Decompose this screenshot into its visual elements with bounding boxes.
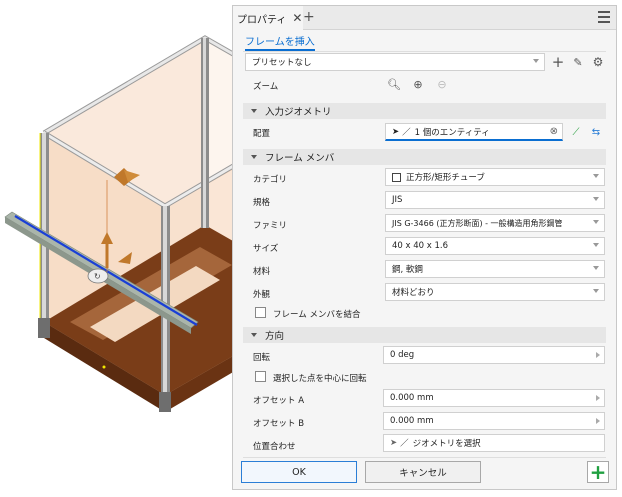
material-value: 鋼, 軟鋼 [392,265,423,275]
offset-a-input[interactable]: 0.000 mm [383,389,605,407]
alignment-value: ジオメトリを選択 [412,439,481,449]
flip-icon[interactable]: ⇆ [589,123,603,141]
combine-members-label: フレーム メンバを結合 [273,310,361,320]
placement-label: 配置 [253,129,271,139]
material-select[interactable]: 鋼, 軟鋼 [385,260,605,278]
offset-a-label: オフセット A [253,396,305,406]
standard-label: 規格 [253,198,271,208]
section-orientation[interactable]: 方向 [243,327,606,343]
add-tab-icon[interactable]: + [303,9,315,25]
chevron-down-icon [593,243,599,247]
chevron-down-icon [593,266,599,270]
chevron-right-icon[interactable] [596,418,600,424]
category-label: カテゴリ [253,175,288,185]
preset-value: プリセットなし [252,58,312,68]
collapse-triangle-icon [251,333,257,337]
collapse-triangle-icon [251,109,257,113]
family-select[interactable]: JIS G-3466 (正方形断面) - 一般構造用角形鋼管 [385,214,605,232]
section-frame-member-title: フレーム メンバ [265,153,335,164]
tab-properties[interactable]: プロパティ ✕ [233,6,303,30]
add-frame-icon[interactable]: + [587,461,609,483]
cursor-arrow-icon: ➤ [390,438,398,448]
section-input-geometry[interactable]: 入力ジオメトリ [243,103,606,119]
size-select[interactable]: 40 x 40 x 1.6 [385,237,605,255]
chevron-down-icon [533,59,539,63]
rotate-about-point-label: 選択した点を中心に回転 [273,374,367,384]
ok-button[interactable]: OK [241,461,357,483]
family-label: ファミリ [253,221,288,231]
zoom-fit-icon[interactable]: 🔍︎ [387,77,401,91]
chevron-right-icon[interactable] [596,352,600,358]
size-label: サイズ [253,244,279,254]
zoom-in-icon[interactable]: ⊕ [411,77,425,91]
size-value: 40 x 40 x 1.6 [392,241,449,251]
appearance-value: 材料どおり [392,288,435,298]
line-icon: ／ [402,127,411,138]
add-preset-icon[interactable]: + [551,53,565,71]
tab-title: プロパティ [237,14,287,26]
combine-members-checkbox[interactable] [255,307,266,318]
category-value: 正方形/矩形チューブ [406,173,485,183]
collapse-triangle-icon [251,155,257,159]
pin-icon[interactable]: ✎ [571,53,585,71]
chevron-down-icon [593,197,599,201]
rotation-label: 回転 [253,353,271,363]
zoom-out-icon[interactable]: ⊖ [435,77,449,91]
frame-model-drawing: ↻ [4,35,240,412]
placement-field[interactable]: ➤ ／ 1 個のエンティティ ⊗ [385,123,563,141]
chevron-right-icon[interactable] [596,395,600,401]
rotation-value: 0 deg [390,350,415,360]
standard-value: JIS [392,195,403,205]
section-orientation-title: 方向 [265,331,285,342]
chevron-down-icon [593,289,599,293]
alignment-label: 位置合わせ [253,442,296,452]
gear-icon[interactable]: ⚙ [591,53,605,71]
select-edge-icon[interactable]: ⟋ [569,123,583,141]
chevron-down-icon [593,174,599,178]
cancel-button[interactable]: キャンセル [365,461,481,483]
offset-b-input[interactable]: 0.000 mm [383,412,605,430]
rotation-input[interactable]: 0 deg [383,346,605,364]
material-label: 材料 [253,267,271,277]
offset-b-value: 0.000 mm [390,416,434,426]
square-tube-icon [392,172,401,182]
offset-a-value: 0.000 mm [390,393,434,403]
clear-icon[interactable]: ⊗ [550,126,558,137]
rotate-about-point-checkbox[interactable] [255,371,266,382]
category-select[interactable]: 正方形/矩形チューブ [385,168,605,186]
svg-text:↻: ↻ [94,272,101,281]
model-viewport[interactable]: ↻ [0,0,240,497]
line-icon: ／ [400,439,409,449]
cursor-arrow-icon: ➤ [392,126,400,137]
hamburger-menu-icon[interactable] [598,11,610,23]
properties-panel: プロパティ ✕ + フレームを挿入 プリセットなし + ✎ ⚙ ズーム 🔍︎ ⊕… [232,5,617,490]
standard-select[interactable]: JIS [385,191,605,209]
ok-label: OK [292,466,306,478]
appearance-label: 外観 [253,290,271,300]
section-input-geometry-title: 入力ジオメトリ [265,107,332,118]
placement-value: 1 個のエンティティ [414,127,490,138]
alignment-field[interactable]: ➤ ／ ジオメトリを選択 [383,434,605,452]
close-icon[interactable]: ✕ [292,11,302,25]
appearance-select[interactable]: 材料どおり [385,283,605,301]
cancel-label: キャンセル [399,468,447,479]
offset-b-label: オフセット B [253,419,305,429]
zoom-label: ズーム [253,82,279,92]
panel-title-bar: プロパティ ✕ + [233,6,616,30]
chevron-down-icon [593,220,599,224]
insert-frame-link[interactable]: フレームを挿入 [245,33,315,51]
family-value: JIS G-3466 (正方形断面) - 一般構造用角形鋼管 [392,218,563,228]
preset-select[interactable]: プリセットなし [245,53,545,71]
section-frame-member[interactable]: フレーム メンバ [243,149,606,165]
